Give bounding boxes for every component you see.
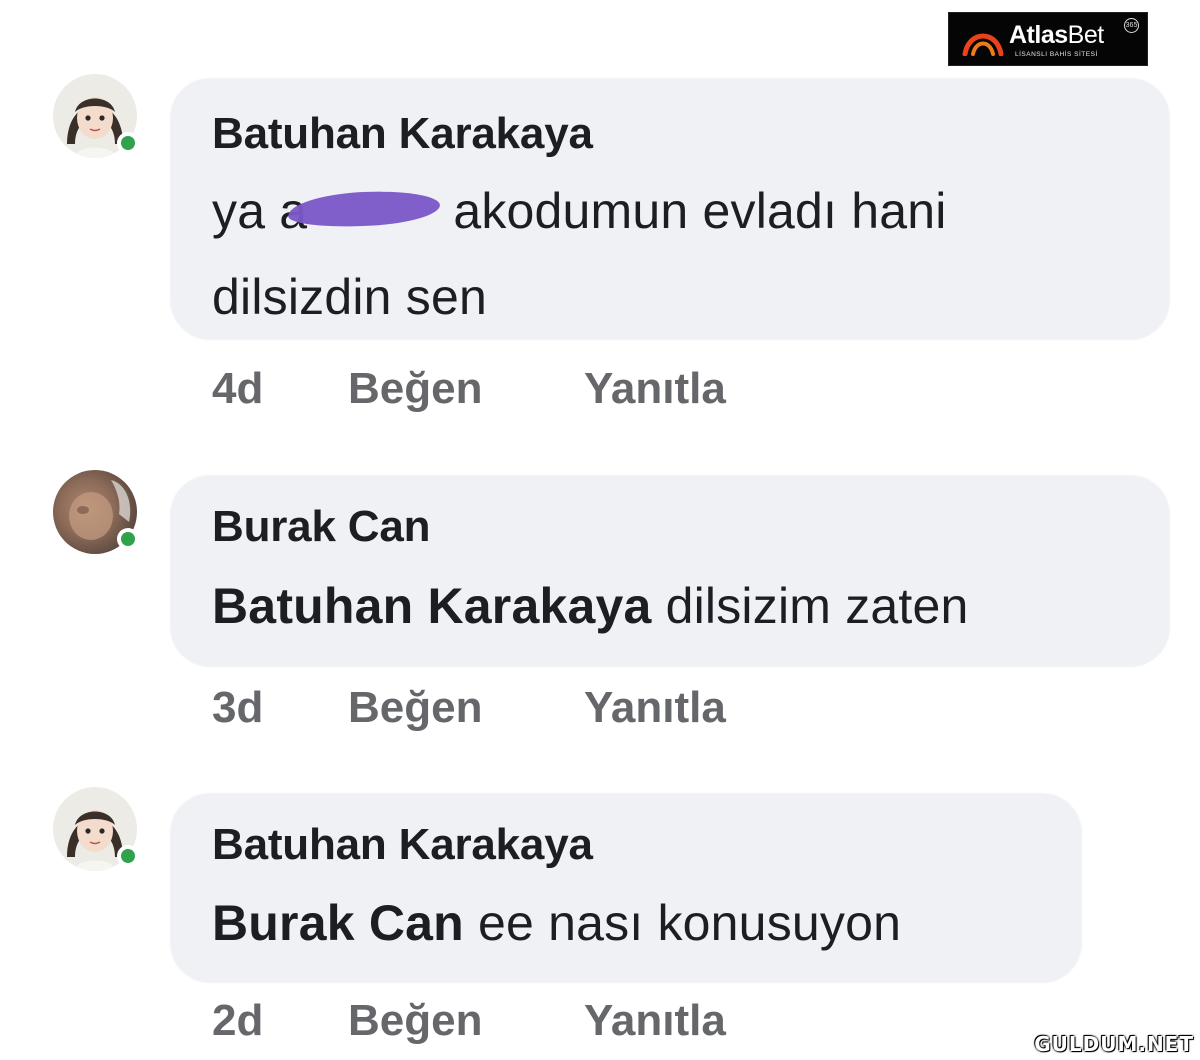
reply-button[interactable]: Yanıtla: [584, 996, 726, 1046]
watermark: GULDUM.NET: [1034, 1032, 1194, 1056]
comment-text-part: akodumun evladı hani: [453, 183, 947, 239]
comment-text-part: dilsizim zaten: [651, 578, 969, 634]
like-button[interactable]: Beğen: [348, 996, 584, 1046]
atlasbet-logo: AtlasBet 365 LİSANSLI BAHİS SİTESİ: [948, 12, 1148, 66]
comment-author[interactable]: Batuhan Karakaya: [212, 109, 593, 159]
avatar[interactable]: [53, 74, 139, 158]
comment-actions: 2d Beğen Yanıtla: [212, 996, 726, 1046]
comment-mention[interactable]: Burak Can: [212, 895, 464, 951]
online-status-dot: [117, 845, 139, 867]
comment-actions: 4d Beğen Yanıtla: [212, 364, 726, 414]
comment-timestamp: 2d: [212, 996, 264, 1045]
comment-text: Batuhan Karakaya dilsizim zaten: [212, 563, 969, 649]
logo-brand-part1: Atlas: [1009, 21, 1068, 49]
comment-author[interactable]: Batuhan Karakaya: [212, 820, 593, 870]
like-button[interactable]: Beğen: [348, 364, 584, 414]
atlasbet-arc-icon: [962, 33, 1004, 56]
like-button[interactable]: Beğen: [348, 683, 584, 733]
comment-timestamp: 4d: [212, 364, 264, 413]
online-status-dot: [117, 132, 139, 154]
reply-button[interactable]: Yanıtla: [584, 683, 726, 733]
comment-text-part: ee nası konusuyon: [463, 895, 902, 951]
logo-wordmark: AtlasBet: [1009, 23, 1104, 48]
comment-timestamp: 3d: [212, 683, 264, 732]
logo-tagline: LİSANSLI BAHİS SİTESİ: [1015, 51, 1098, 58]
comment-actions: 3d Beğen Yanıtla: [212, 683, 726, 733]
comment-mention[interactable]: Batuhan Karakaya: [212, 578, 652, 634]
comment-author[interactable]: Burak Can: [212, 502, 430, 552]
avatar[interactable]: [53, 470, 139, 554]
reply-button[interactable]: Yanıtla: [584, 364, 726, 414]
logo-brand-part2: Bet: [1067, 21, 1105, 49]
logo-badge: 365: [1124, 18, 1139, 33]
comment-text: ya a akodumun evladı hani dilsizdin sen: [212, 168, 947, 340]
online-status-dot: [117, 528, 139, 550]
avatar[interactable]: [53, 787, 139, 871]
comment-text: Burak Can ee nası konusuyon: [212, 880, 901, 966]
comment-text-part: dilsizdin sen: [212, 269, 487, 325]
